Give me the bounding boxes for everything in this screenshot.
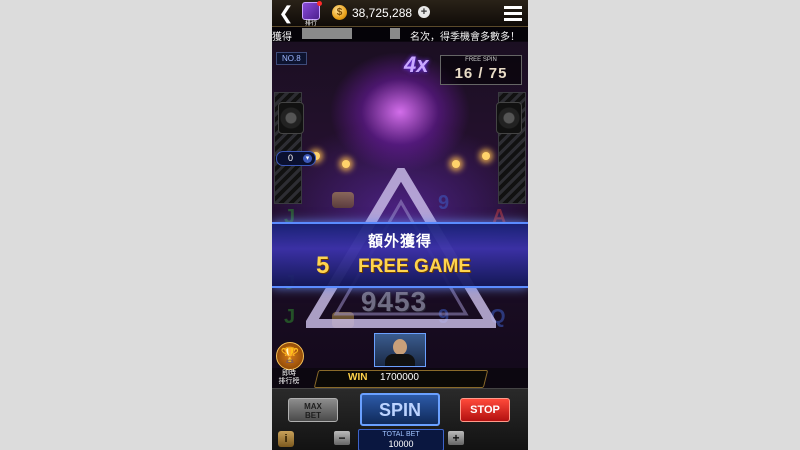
total-bet-label: TOTAL BET (382, 431, 420, 438)
increase-bet-button[interactable]: + (448, 431, 464, 445)
multiplier: 4x (404, 52, 429, 77)
chevron-down-icon: ▾ (303, 154, 312, 163)
bet-line-value: 0 (288, 153, 294, 163)
free-game-count: 5 (316, 252, 330, 279)
reel-symbol: J (284, 306, 296, 328)
announcement-marquee: 獲得 名次，得季機會多數多！ (272, 27, 528, 41)
add-coins-button[interactable]: + (418, 6, 430, 18)
decrease-bet-button[interactable]: − (334, 431, 350, 445)
info-button[interactable]: i (278, 431, 294, 447)
top-bar: ❮ 排行 $ 38,725,288 + (272, 0, 528, 27)
free-spin-counter: FREE SPIN 16 / 75 (440, 55, 522, 85)
stage-light (342, 160, 350, 168)
portrait-body (385, 354, 415, 366)
win-amount: 1700000 (380, 372, 419, 383)
coin-balance: 38,725,288 (352, 6, 413, 20)
back-arrow-icon[interactable]: ❮ (277, 3, 295, 23)
win-label: WIN (348, 372, 368, 383)
control-panel: MAX BET SPIN STOP i − TOTAL BET 10000 + (272, 388, 528, 450)
stage-light (452, 160, 460, 168)
total-bet-display: TOTAL BET 10000 (358, 429, 444, 450)
leaderboard-label-line2: 排行榜 (278, 378, 300, 385)
right-speaker (496, 102, 522, 134)
hamburger-menu-icon[interactable] (504, 6, 522, 21)
banner-title: 額外獲得 (367, 233, 432, 250)
live-leaderboard-button[interactable]: 🏆 (276, 342, 304, 370)
stop-button[interactable]: STOP (460, 398, 510, 422)
emblem-number: 9453 (360, 286, 428, 317)
redacted-name (390, 28, 400, 39)
trophy-icon: 🏆 (280, 347, 300, 364)
bet-line-select[interactable]: 0 ▾ (276, 151, 316, 166)
machine-number: NO.8 (276, 52, 307, 65)
free-game-banner: 額外獲得 5 FREE GAME (272, 222, 528, 288)
free-spin-title: FREE SPIN (465, 57, 497, 63)
coin-icon: $ (332, 5, 347, 20)
marquee-text-left: 獲得 (272, 32, 292, 41)
max-bet-line1: MAX (304, 402, 322, 411)
total-bet-value: 10000 (388, 439, 414, 449)
max-bet-line2: BET (305, 411, 321, 420)
marquee-text-right: 名次，得季機會多數多！ (410, 32, 520, 41)
portrait-face (393, 339, 407, 355)
free-spin-count: 16 / 75 (454, 65, 508, 82)
spin-button[interactable]: SPIN (360, 393, 440, 426)
game-screen: ❮ 排行 $ 38,725,288 + 獲得 名次，得季機會多數多！ NO.8 … (272, 0, 528, 450)
leaderboard-label: 排行 (304, 21, 317, 27)
free-game-text: FREE GAME (358, 256, 471, 277)
max-bet-button[interactable]: MAX BET (288, 398, 338, 422)
stage-light (482, 152, 490, 160)
left-speaker (278, 102, 304, 134)
redacted-name (302, 28, 352, 39)
player-portrait (374, 333, 426, 367)
